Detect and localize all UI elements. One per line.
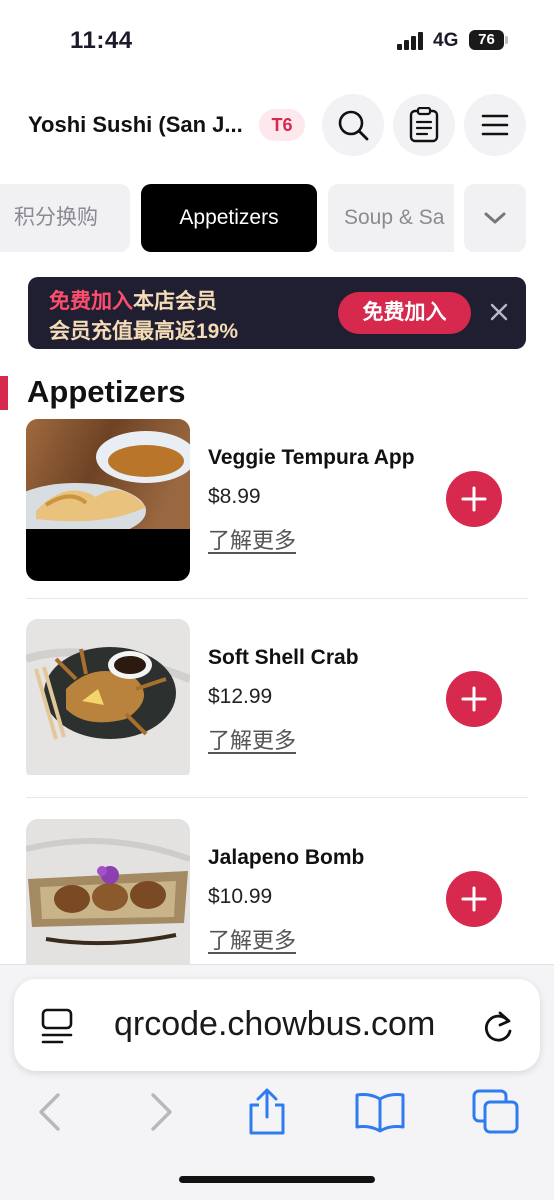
tabs-button[interactable] xyxy=(470,1087,522,1137)
add-to-cart-button[interactable] xyxy=(446,871,502,927)
item-name: Soft Shell Crab xyxy=(208,646,359,669)
back-button[interactable] xyxy=(25,1087,73,1137)
browser-toolbar: qrcode.chowbus.com xyxy=(0,964,554,1200)
plus-icon xyxy=(461,486,487,512)
signal-icon xyxy=(397,32,425,50)
menu-button[interactable] xyxy=(464,94,526,156)
section-marker xyxy=(0,376,8,410)
banner-highlight: 免费加入 xyxy=(49,290,133,313)
chevron-down-icon xyxy=(484,212,506,224)
close-icon[interactable] xyxy=(486,299,512,325)
order-list-icon xyxy=(409,107,439,143)
add-to-cart-button[interactable] xyxy=(446,671,502,727)
add-to-cart-button[interactable] xyxy=(446,471,502,527)
item-name: Jalapeno Bomb xyxy=(208,846,365,869)
plus-icon xyxy=(461,686,487,712)
item-price: $12.99 xyxy=(208,685,273,708)
learn-more-link[interactable]: 了解更多 xyxy=(208,723,296,755)
learn-more-link[interactable]: 了解更多 xyxy=(208,923,296,955)
forward-button[interactable] xyxy=(138,1087,186,1137)
home-indicator xyxy=(179,1176,375,1183)
status-time: 11:44 xyxy=(70,27,133,54)
search-button[interactable] xyxy=(322,94,384,156)
divider xyxy=(26,797,528,798)
banner-subline: 会员充值最高返19% xyxy=(49,320,239,343)
share-icon xyxy=(249,1088,285,1135)
tab-points-exchange[interactable]: 积分换购 xyxy=(0,184,130,252)
address-bar[interactable]: qrcode.chowbus.com xyxy=(14,979,540,1071)
item-photo[interactable] xyxy=(26,819,190,965)
tab-appetizers[interactable]: Appetizers xyxy=(141,184,317,252)
book-icon xyxy=(355,1093,405,1133)
table-badge: T6 xyxy=(259,109,305,141)
header: Yoshi Sushi (San J... T6 xyxy=(0,94,554,156)
menu-item[interactable]: Veggie Tempura App $8.99 了解更多 xyxy=(0,419,554,609)
item-price: $10.99 xyxy=(208,885,273,908)
status-bar: 11:44 4G 76 xyxy=(0,0,554,80)
battery-tip xyxy=(505,36,508,44)
menu-item[interactable]: Soft Shell Crab $12.99 了解更多 xyxy=(0,619,554,809)
item-price: $8.99 xyxy=(208,485,261,508)
chevron-left-icon xyxy=(39,1093,60,1131)
banner-headline: 免费加入本店会员 xyxy=(49,285,217,315)
plus-icon xyxy=(461,886,487,912)
menu-icon xyxy=(481,114,509,136)
learn-more-link[interactable]: 了解更多 xyxy=(208,523,296,555)
search-icon xyxy=(338,110,369,141)
tabs-expand-button[interactable] xyxy=(464,184,526,252)
join-free-button[interactable]: 免费加入 xyxy=(338,292,471,334)
reader-icon[interactable] xyxy=(40,1007,76,1045)
bookmarks-button[interactable] xyxy=(352,1087,408,1137)
restaurant-name[interactable]: Yoshi Sushi (San J... xyxy=(28,112,243,138)
section-title: Appetizers xyxy=(27,374,186,409)
banner-headline-rest: 本店会员 xyxy=(133,290,217,313)
battery-icon: 76 xyxy=(469,30,504,50)
url-text[interactable]: qrcode.chowbus.com xyxy=(114,1005,479,1044)
reload-icon[interactable] xyxy=(480,1007,516,1045)
item-name: Veggie Tempura App xyxy=(208,446,415,469)
category-tabs: 积分换购 Appetizers Soup & Sa xyxy=(0,184,554,252)
chevron-right-icon xyxy=(151,1093,172,1131)
divider xyxy=(26,598,528,599)
network-label: 4G xyxy=(433,30,459,51)
item-photo[interactable] xyxy=(26,419,190,581)
membership-banner: 免费加入本店会员 会员充值最高返19% 免费加入 xyxy=(28,277,526,349)
share-button[interactable] xyxy=(243,1087,291,1137)
order-list-button[interactable] xyxy=(393,94,455,156)
tab-soup-salad[interactable]: Soup & Sa xyxy=(328,184,454,252)
item-photo[interactable] xyxy=(26,619,190,781)
tabs-icon xyxy=(472,1089,519,1134)
